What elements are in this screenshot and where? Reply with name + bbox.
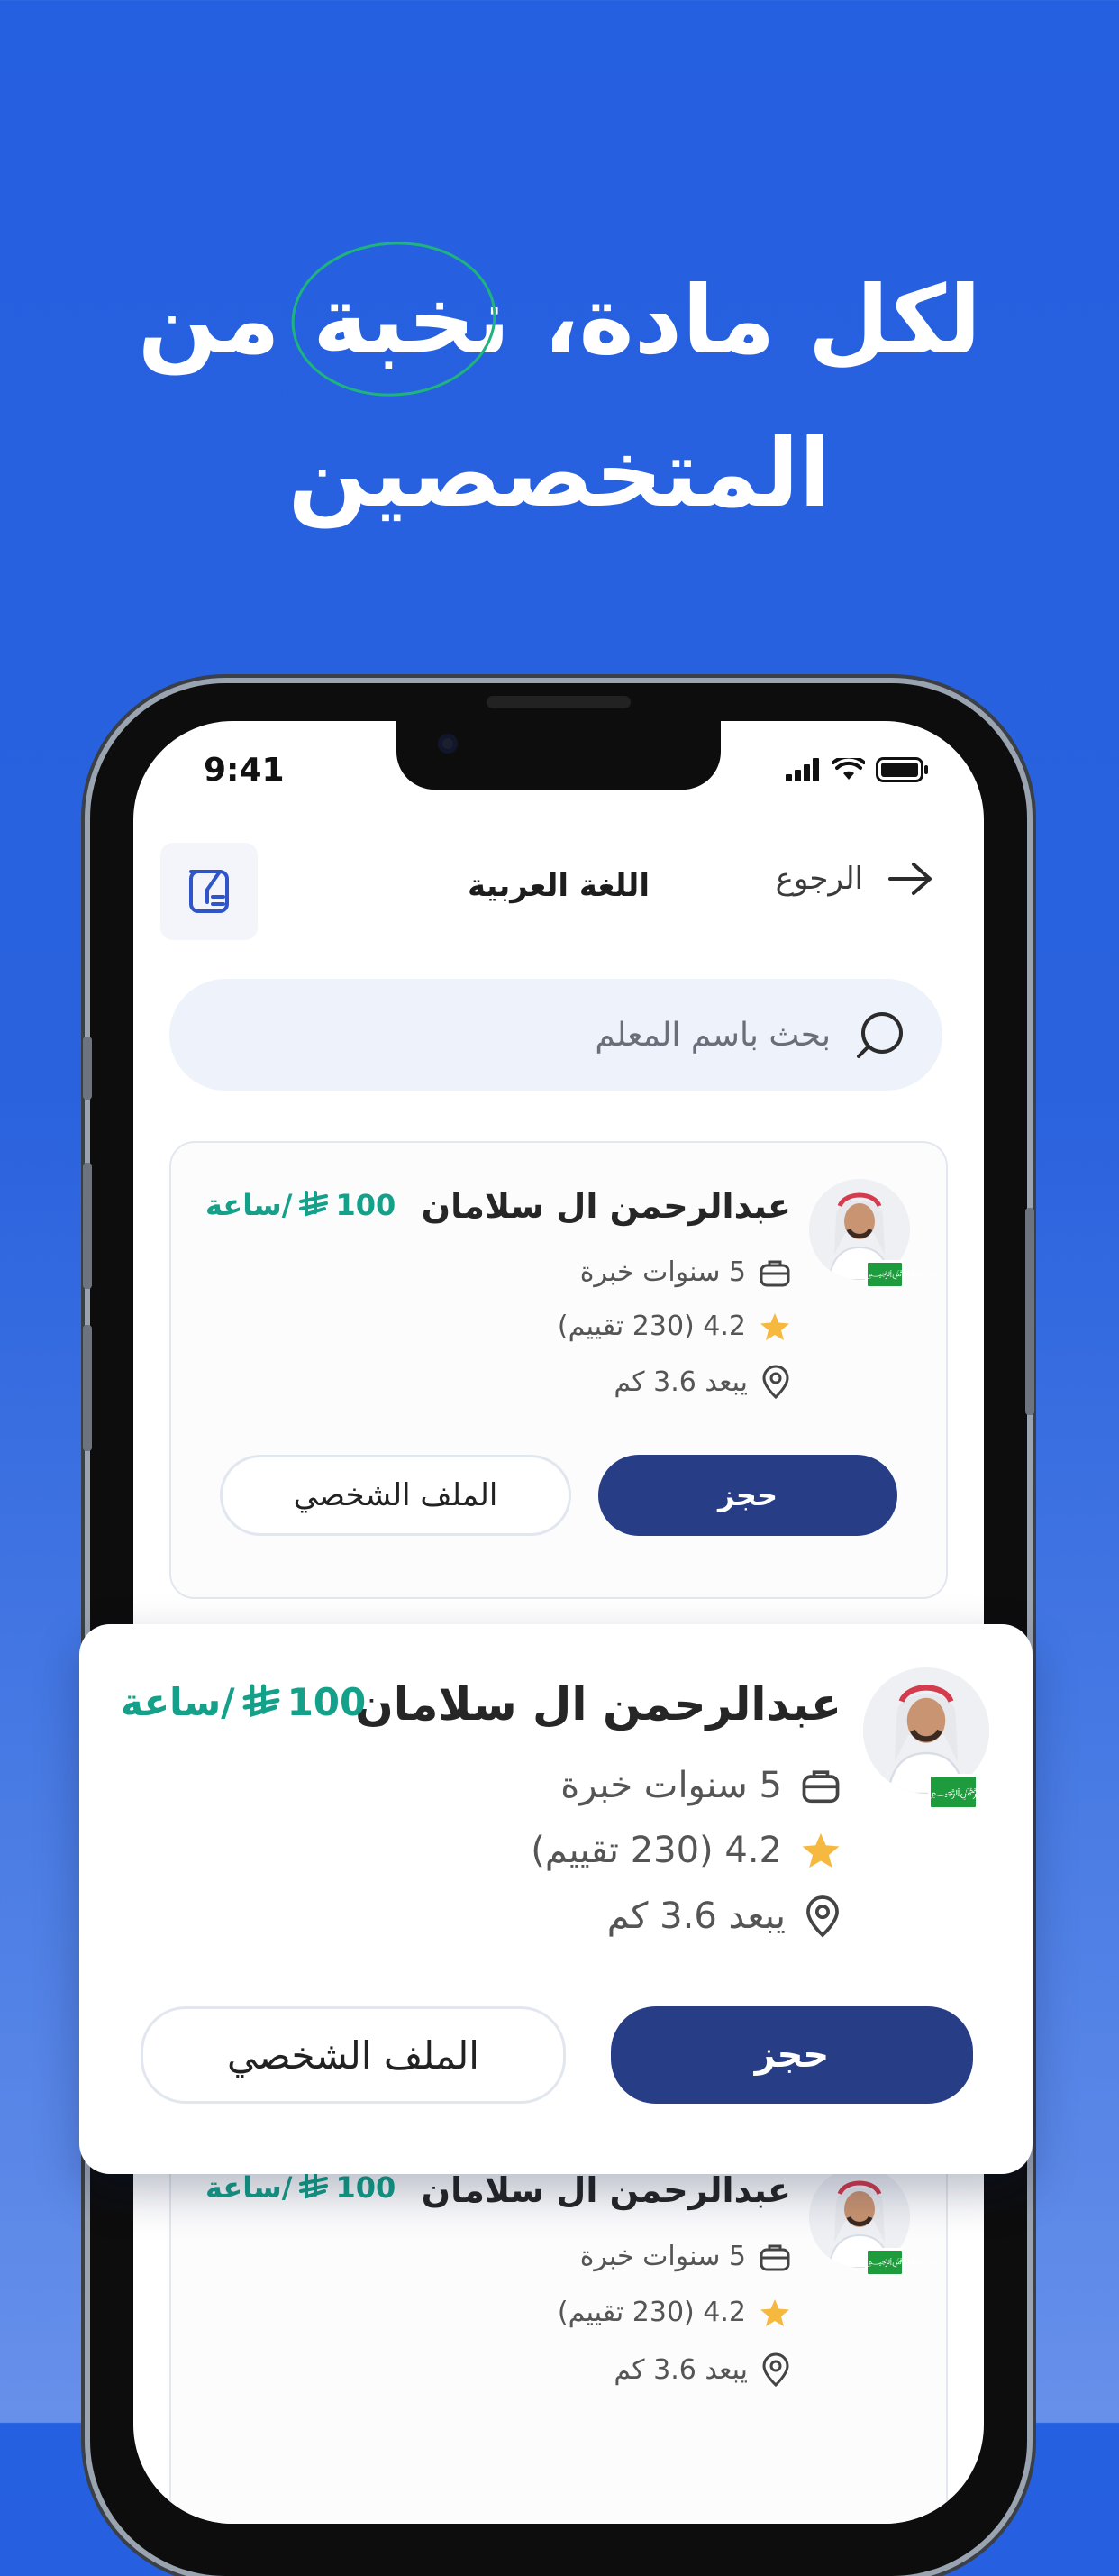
tutor-price: 100 /ساعة [205,2170,396,2205]
featured-tutor-card: ﷽ عبدالرحمن ال سلامان 100 /ساعة 5 سنوات … [79,1624,1033,2174]
phone-volume-up-button [83,1163,92,1289]
distance-text: يبعد 3.6 كم [614,1366,748,1398]
star-icon [802,1832,840,1868]
tutor-price: 100 /ساعة [205,1188,396,1222]
price-value: 100 [287,1680,367,1724]
profile-button[interactable]: الملف الشخصي [220,1455,571,1536]
status-icons [786,757,930,782]
tutor-card: ﷽ عبدالرحمن ال سلامان 100 /ساعة 5 سنوات … [169,1141,948,1599]
rating-text: 4.2 (230 تقييم) [557,2297,746,2328]
distance-row: يبعد 3.6 كم [614,1365,791,1399]
search-icon [857,1012,903,1058]
signal-icon [786,758,819,781]
headline: لكل مادة، نخبة من المتخصصين [0,242,1119,550]
headline-circled-word: نخبة [291,242,511,397]
price-value: 100 [335,2170,396,2205]
riyal-icon [299,1191,329,1217]
filter-icon [189,870,229,913]
briefcase-icon [760,1260,790,1286]
price-value: 100 [335,1188,396,1222]
briefcase-icon [802,1770,840,1804]
saudi-flag-icon: ﷽ [928,1774,1014,1810]
distance-row: يبعد 3.6 كم [614,2352,791,2387]
location-pin-icon [806,1895,839,1938]
briefcase-icon [760,2244,790,2270]
tutor-name: عبدالرحمن ال سلامان [355,1678,842,1731]
tutor-card: ﷽ عبدالرحمن ال سلامان 100 /ساعة 5 سنوات … [169,2145,948,2524]
search-bar[interactable]: بحث باسم المعلم [169,979,942,1091]
distance-text: يبعد 3.6 كم [606,1895,786,1937]
phone-side-button [83,1037,92,1100]
rating-row: 4.2 (230 تقييم) [531,1830,842,1871]
book-button[interactable]: حجز [598,1455,897,1536]
riyal-icon [242,1684,280,1717]
page-title: اللغة العربية [468,868,650,904]
experience-text: 5 سنوات خبرة [579,2241,746,2272]
experience-text: 5 سنوات خبرة [579,1256,746,1288]
experience-row: 5 سنوات خبرة [580,1256,791,1288]
wifi-icon [832,758,865,780]
battery-icon [876,757,928,782]
experience-row: 5 سنوات خبرة [580,2241,791,2272]
book-button[interactable]: حجز [611,2006,973,2104]
phone-power-button [1025,1208,1034,1415]
star-icon [760,2298,789,2326]
distance-text: يبعد 3.6 كم [614,2353,748,2386]
status-bar: 9:41 [133,750,984,795]
phone-volume-down-button [83,1325,92,1451]
headline-line-2: المتخصصين [287,418,832,528]
location-pin-icon [762,1365,789,1399]
rating-text: 4.2 (230 تقييم) [557,1311,746,1342]
experience-text: 5 سنوات خبرة [560,1765,782,1806]
headline-line-1: لكل مادة، نخبة من [0,242,1119,397]
price-unit: /ساعة [121,1680,235,1724]
experience-row: 5 سنوات خبرة [560,1765,842,1806]
riyal-icon [299,2173,329,2199]
location-pin-icon [762,2352,789,2387]
profile-button[interactable]: الملف الشخصي [141,2006,566,2104]
headline-text-b: من [137,265,314,375]
headline-text-a: لكل مادة، [510,265,982,375]
status-time: 9:41 [204,752,285,789]
star-icon [760,1312,789,1340]
saudi-flag-icon: ﷽ [865,1260,937,1289]
price-unit: /ساعة [205,1188,293,1222]
tutor-name: عبدالرحمن ال سلامان [421,1186,791,1226]
price-unit: /ساعة [205,2170,293,2205]
phone-speaker [487,696,631,708]
search-input[interactable]: بحث باسم المعلم [595,1017,831,1054]
tutor-price: 100 /ساعة [121,1680,366,1724]
rating-row: 4.2 (230 تقييم) [558,2297,791,2328]
rating-row: 4.2 (230 تقييم) [558,1311,791,1342]
distance-row: يبعد 3.6 كم [607,1895,842,1938]
tutor-name: عبدالرحمن ال سلامان [421,2170,791,2210]
phone-screen: 9:41 الرجوع اللغة العربية بحث باسم المعل… [133,721,984,2524]
hand-drawn-circle-icon [291,242,496,397]
rating-text: 4.2 (230 تقييم) [531,1830,782,1871]
app-header: الرجوع اللغة العربية [133,843,984,942]
filter-button[interactable] [160,843,258,940]
saudi-flag-icon: ﷽ [865,2248,937,2277]
